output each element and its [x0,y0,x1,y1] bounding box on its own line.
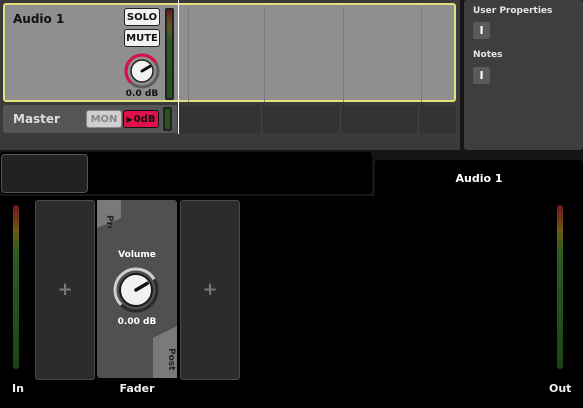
text-cursor-icon[interactable]: I [473,67,490,84]
master-track-name[interactable]: Master [13,112,60,126]
fader-device[interactable]: Pre Volume 0.00 dB Post [97,200,177,378]
arrangement-area: Audio 1 SOLO MUTE 0.0 dB Master MON ▶ 0d… [0,0,460,150]
fader-label: Fader [119,382,155,395]
track-master[interactable]: Master MON ▶ 0dB [3,105,456,133]
master-level-meter [163,107,172,131]
plus-icon[interactable]: + [181,279,239,300]
post-label: Post [166,348,176,371]
properties-panel: User Properties I Notes I [464,0,583,150]
pre-tag: Pre [97,200,121,228]
user-properties-label: User Properties [473,6,553,16]
zero-db-button[interactable]: ▶ 0dB [123,110,159,128]
output-label: Out [549,382,572,395]
mute-button[interactable]: MUTE [124,29,160,47]
grid-line [421,7,422,102]
zero-db-label: 0dB [133,113,156,125]
fader-volume-title: Volume [118,250,156,260]
grid-line [261,105,262,133]
fader-volume-knob[interactable] [112,266,160,314]
master-timeline[interactable] [177,105,456,133]
insert-slot-pre[interactable]: + [35,200,95,380]
post-tag: Post [153,326,177,378]
play-triangle-icon: ▶ [126,114,133,124]
track-name[interactable]: Audio 1 [13,12,64,26]
text-cursor-icon[interactable]: I [473,22,490,39]
tab-audio-1-label: Audio 1 [455,172,503,185]
output-level-meter [556,205,564,369]
monitor-button[interactable]: MON [86,110,122,128]
grid-line [340,105,341,133]
insert-slot-post[interactable]: + [180,200,240,380]
plus-icon[interactable]: + [36,279,94,300]
track-timeline[interactable] [180,7,458,102]
notes-label: Notes [473,50,503,60]
input-level-meter [12,205,20,369]
track-audio-1[interactable]: Audio 1 SOLO MUTE 0.0 dB [3,3,456,102]
grid-line [188,7,189,102]
solo-button[interactable]: SOLO [124,8,160,26]
playhead[interactable] [178,0,179,134]
pre-label: Pre [104,215,114,228]
grid-line [343,7,344,102]
tab-inactive[interactable] [1,154,88,193]
track-volume-knob[interactable] [123,52,161,90]
track-volume-value: 0.0 dB [125,89,159,99]
grid-line [264,7,265,102]
input-label: In [12,382,24,395]
grid-line [418,105,419,133]
track-level-meter [165,8,174,100]
